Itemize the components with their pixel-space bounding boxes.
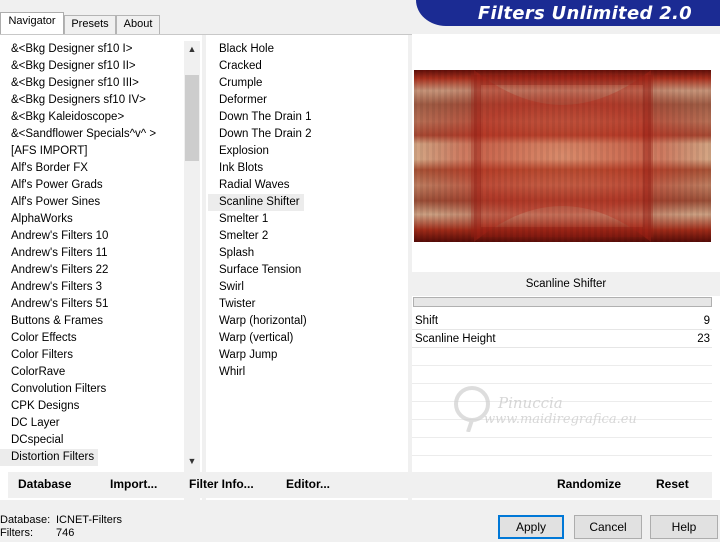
- category-item[interactable]: Andrew's Filters 51: [0, 296, 184, 313]
- category-item[interactable]: DCspecial: [0, 432, 184, 449]
- chevron-down-icon[interactable]: ▼: [184, 453, 200, 469]
- filter-item[interactable]: Black Hole: [208, 41, 408, 58]
- category-item[interactable]: Convolution Filters: [0, 381, 184, 398]
- filter-item[interactable]: Radial Waves: [208, 177, 408, 194]
- editor-button[interactable]: Editor...: [286, 477, 330, 491]
- filter-list[interactable]: Black Hole Cracked Crumple Deformer Down The…: [208, 41, 408, 469]
- import-button[interactable]: Import...: [110, 477, 157, 491]
- empty-param-row: [412, 348, 712, 366]
- param-label: Shift: [415, 315, 439, 327]
- filter-item[interactable]: Whirl: [208, 364, 408, 381]
- filter-progress-bar: [413, 297, 712, 307]
- filter-item[interactable]: Explosion: [208, 143, 408, 160]
- category-item[interactable]: Color Filters: [0, 347, 184, 364]
- param-scanline-height[interactable]: Scanline Height 23: [412, 330, 712, 348]
- filter-item[interactable]: Ink Blots: [208, 160, 408, 177]
- filter-info-button[interactable]: Filter Info...: [189, 477, 254, 491]
- database-button[interactable]: Database: [18, 477, 71, 491]
- category-item[interactable]: &<Bkg Designers sf10 IV>: [0, 92, 184, 109]
- category-item[interactable]: Buttons & Frames: [0, 313, 184, 330]
- filter-item[interactable]: Warp Jump: [208, 347, 408, 364]
- filter-item[interactable]: Smelter 1: [208, 211, 408, 228]
- left-toolbar: Database Import... Filter Info... Editor…: [8, 472, 408, 498]
- category-item[interactable]: Alf's Power Sines: [0, 194, 184, 211]
- title-banner: Filters Unlimited 2.0: [416, 0, 720, 26]
- filter-item[interactable]: Smelter 2: [208, 228, 408, 245]
- scrollbar-thumb[interactable]: [185, 75, 199, 161]
- category-item[interactable]: Andrew's Filters 3: [0, 279, 184, 296]
- status-area: Database: ICNET-Filters Filters: 746: [0, 514, 122, 540]
- banner-title: Filters Unlimited 2.0: [477, 3, 692, 24]
- filter-item[interactable]: Twister: [208, 296, 408, 313]
- chevron-up-icon[interactable]: ▲: [184, 41, 200, 57]
- filter-item[interactable]: Down The Drain 1: [208, 109, 408, 126]
- category-item[interactable]: Alf's Power Grads: [0, 177, 184, 194]
- help-button[interactable]: Help: [650, 515, 718, 539]
- category-item[interactable]: Andrew's Filters 11: [0, 245, 184, 262]
- right-toolbar: Randomize Reset: [412, 472, 712, 498]
- column-divider: [202, 35, 206, 501]
- category-item[interactable]: DC Layer: [0, 415, 184, 432]
- category-item[interactable]: &<Bkg Designer sf10 III>: [0, 75, 184, 92]
- filter-item[interactable]: Warp (horizontal): [208, 313, 408, 330]
- filter-item[interactable]: Cracked: [208, 58, 408, 75]
- randomize-button[interactable]: Randomize: [557, 477, 621, 491]
- filter-item[interactable]: Swirl: [208, 279, 408, 296]
- param-shift[interactable]: Shift 9: [412, 312, 712, 330]
- category-item[interactable]: ColorRave: [0, 364, 184, 381]
- category-item[interactable]: &<Bkg Designer sf10 II>: [0, 58, 184, 75]
- filters-count: 746: [56, 527, 75, 539]
- cancel-button[interactable]: Cancel: [574, 515, 642, 539]
- reset-button[interactable]: Reset: [656, 477, 689, 491]
- param-value[interactable]: 9: [704, 312, 710, 330]
- category-item[interactable]: [AFS IMPORT]: [0, 143, 184, 160]
- category-item[interactable]: Distortion Filters: [0, 449, 99, 466]
- category-item[interactable]: Andrew's Filters 10: [0, 228, 184, 245]
- category-list[interactable]: &<Bkg Designer sf10 I> &<Bkg Designer sf1…: [0, 41, 184, 469]
- tab-about[interactable]: About: [116, 15, 160, 34]
- category-item[interactable]: AlphaWorks: [0, 211, 184, 228]
- category-scrollbar[interactable]: ▲ ▼: [184, 41, 200, 505]
- filter-item[interactable]: Down The Drain 2: [208, 126, 408, 143]
- filter-item[interactable]: Crumple: [208, 75, 408, 92]
- category-item[interactable]: CPK Designs: [0, 398, 184, 415]
- apply-button[interactable]: Apply: [498, 515, 564, 539]
- preview-image: [414, 70, 711, 242]
- param-label: Scanline Height: [415, 333, 496, 345]
- filters-label: Filters:: [0, 527, 33, 539]
- param-value[interactable]: 23: [697, 330, 710, 348]
- filter-name-label: Scanline Shifter: [412, 272, 720, 296]
- tab-presets[interactable]: Presets: [64, 15, 116, 34]
- watermark: Pinuccia www.maidiregrafica.eu: [450, 382, 670, 442]
- category-item[interactable]: Andrew's Filters 22: [0, 262, 184, 279]
- category-item[interactable]: &<Bkg Kaleidoscope>: [0, 109, 184, 126]
- category-item[interactable]: Alf's Border FX: [0, 160, 184, 177]
- database-value: ICNET-Filters: [56, 514, 122, 526]
- category-item[interactable]: &<Bkg Designer sf10 I>: [0, 41, 184, 58]
- filter-item[interactable]: Scanline Shifter: [208, 194, 304, 211]
- filter-item[interactable]: Deformer: [208, 92, 408, 109]
- category-item[interactable]: &<Sandflower Specials^v^ >: [0, 126, 184, 143]
- database-label: Database:: [0, 514, 51, 526]
- filter-item[interactable]: Splash: [208, 245, 408, 262]
- tab-navigator[interactable]: Navigator: [0, 12, 64, 34]
- watermark-name: Pinuccia: [498, 394, 563, 412]
- watermark-url: www.maidiregrafica.eu: [484, 412, 637, 427]
- category-item[interactable]: Color Effects: [0, 330, 184, 347]
- filter-item[interactable]: Warp (vertical): [208, 330, 408, 347]
- filter-item[interactable]: Surface Tension: [208, 262, 408, 279]
